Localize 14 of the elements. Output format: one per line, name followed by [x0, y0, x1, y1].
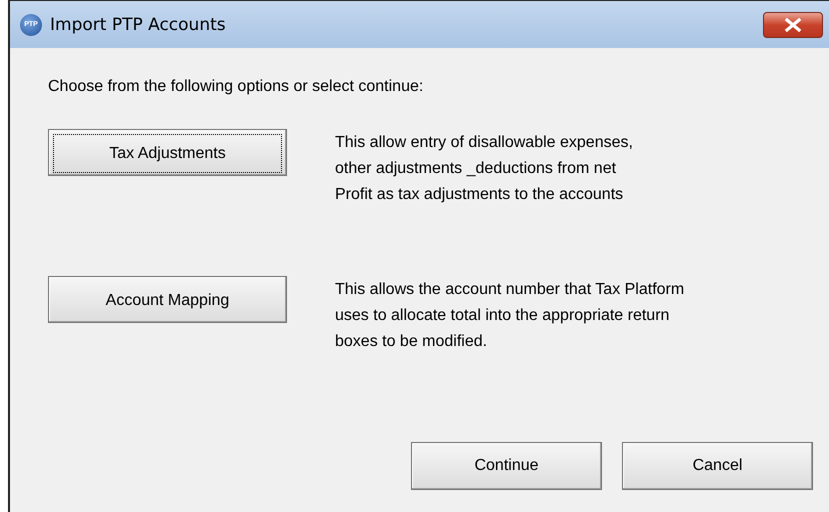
dialog-button[interactable]: Cancel — [622, 442, 813, 490]
description-text: This allow entry of disallowable expenses, — [335, 133, 633, 153]
description-text: other adjustments _deductions from net — [335, 159, 618, 179]
prompt-text: Choose from the following options or select continue: — [48, 78, 424, 96]
dialog-button[interactable]: Continue — [411, 442, 602, 490]
close-icon — [784, 18, 802, 32]
option-button[interactable]: Account Mapping — [48, 276, 287, 323]
description-text: boxes to be modified. — [335, 332, 488, 352]
window-title: Import PTP Accounts — [50, 14, 227, 34]
close-button[interactable] — [763, 12, 823, 38]
description-text: Profit as tax adjustments to the accounts — [335, 185, 624, 205]
description-text: This allows the account number that Tax Platform — [335, 280, 684, 300]
description-text: uses to allocate total into the appropriate return — [335, 306, 670, 326]
option-button[interactable]: Tax Adjustments — [48, 129, 287, 176]
